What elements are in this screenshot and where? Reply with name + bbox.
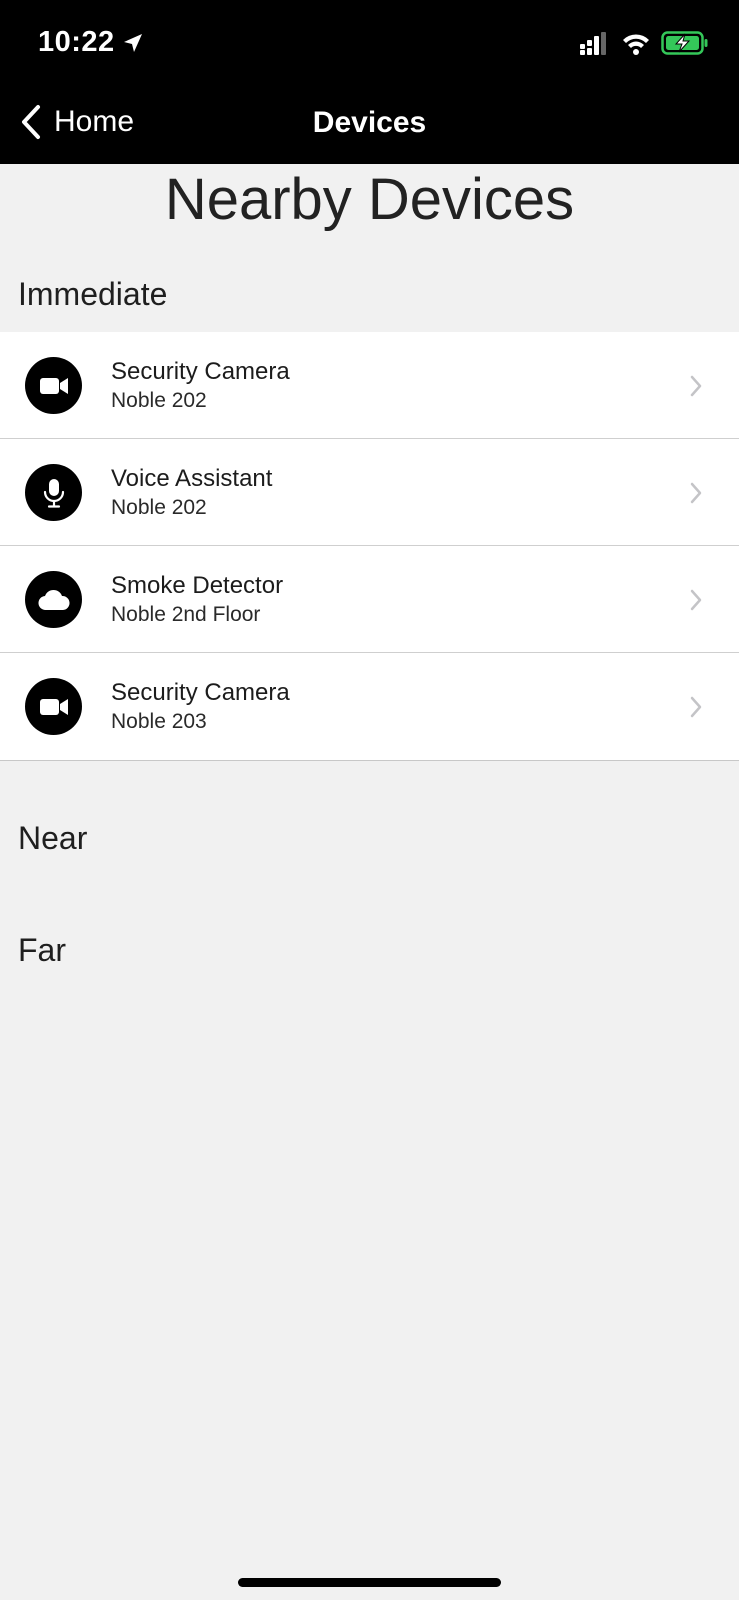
device-row[interactable]: Security Camera Noble 203 (0, 653, 739, 760)
device-icon-badge (25, 571, 82, 628)
chevron-right-icon (690, 696, 702, 718)
device-name: Smoke Detector (111, 572, 284, 599)
device-row[interactable]: Smoke Detector Noble 2nd Floor (0, 546, 739, 653)
device-name: Voice Assistant (111, 465, 273, 492)
page-title: Nearby Devices (164, 167, 575, 232)
chevron-right-icon (690, 482, 702, 504)
section-header-far: Far (18, 932, 66, 968)
home-indicator (238, 1578, 501, 1587)
device-row[interactable]: Security Camera Noble 202 (0, 332, 739, 439)
status-time: 10:22 (38, 26, 145, 59)
device-name: Security Camera (111, 679, 290, 706)
battery-charging-icon (661, 31, 708, 55)
video-camera-icon (39, 377, 68, 394)
nav-title: Devices (312, 106, 427, 139)
chevron-right-icon (690, 375, 702, 397)
video-camera-icon (39, 698, 68, 715)
signal-icon (580, 32, 606, 55)
status-icons (579, 30, 709, 56)
device-icon-badge (25, 464, 82, 521)
device-location: Noble 203 (111, 710, 207, 733)
device-location: Noble 202 (111, 496, 207, 519)
cloud-icon (37, 589, 70, 610)
section-header-near: Near (18, 820, 88, 856)
wifi-icon (623, 34, 649, 55)
microphone-icon (43, 478, 64, 508)
device-list: Security Camera Noble 202 Voice Assistan… (0, 332, 739, 761)
device-icon-badge (25, 678, 82, 735)
chevron-right-icon (690, 589, 702, 611)
device-location: Noble 202 (111, 389, 207, 412)
status-time-text: 10:22 (38, 26, 115, 58)
top-bar: 10:22 Home Devices (0, 0, 739, 164)
device-row[interactable]: Voice Assistant Noble 202 (0, 439, 739, 546)
section-header-immediate: Immediate (18, 276, 168, 312)
device-name: Security Camera (111, 358, 290, 385)
location-arrow-icon (123, 33, 142, 52)
device-icon-badge (25, 357, 82, 414)
device-location: Noble 2nd Floor (111, 603, 261, 626)
